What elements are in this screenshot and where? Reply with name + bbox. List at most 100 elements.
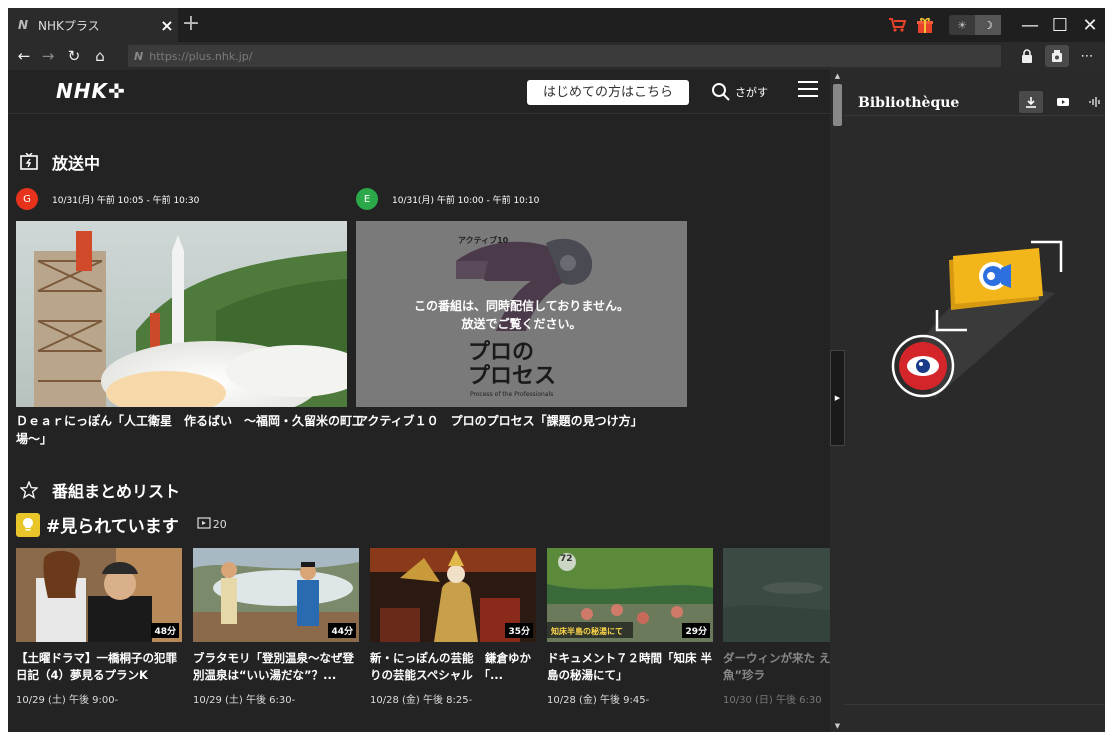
nhk-plus-logo[interactable]: NHK✜	[56, 79, 126, 103]
live-tv-icon	[18, 152, 40, 172]
live-item-1-title[interactable]: Ｄｅａｒにっぽん「人工衛星 作るばい ～福岡・久留米の町工場～」	[16, 412, 366, 448]
thumb-label-small: アクティブ10	[458, 236, 509, 245]
list-name[interactable]: #見られています	[46, 512, 179, 537]
audio-wave-icon[interactable]	[1083, 91, 1105, 113]
library-footer-divider	[845, 704, 1105, 705]
site-favicon-icon: N	[134, 49, 144, 63]
thumb-caption: 知床半島の秘湯にて	[551, 627, 623, 636]
duration-badge: 44分	[328, 623, 356, 638]
close-window-button[interactable]: ✕	[1075, 10, 1105, 40]
site-header: NHK✜ はじめての方はこちら さがす	[8, 70, 830, 114]
lock-icon[interactable]	[1015, 45, 1039, 67]
lists-section-label: 番組まとめリスト	[52, 482, 181, 501]
card-thumbnail[interactable]	[723, 548, 830, 642]
card-date: 10/28 (金) 午後 8:25-	[370, 695, 473, 706]
playlist-icon	[197, 517, 211, 532]
library-panel: ▶ Bibliothèque	[830, 70, 1105, 732]
library-header: Bibliothèque	[845, 70, 1105, 116]
channel-e-badge: E	[356, 188, 378, 210]
scroll-up-arrow-icon[interactable]: ▲	[830, 70, 845, 82]
list-count: 20	[212, 518, 227, 531]
card-date: 10/29 (土) 午後 9:00-	[16, 695, 119, 706]
address-actions: ⋯	[1015, 44, 1099, 68]
record-icon[interactable]	[1045, 45, 1069, 67]
card-title[interactable]: ダーウィンが来た える“砂の魚”珍ラ	[723, 650, 830, 684]
tab-bar: N NHKプラス × + ☀ ☽ — ☐ ✕	[8, 8, 1105, 42]
thumb-label-big-1: プロの	[468, 340, 535, 365]
program-card[interactable]: 35分 新・にっぽんの芸能 鎌倉ゆかりの芸能スペシャル 「... 10/28 (…	[370, 548, 538, 706]
thumb-label-big-2: プロセス	[468, 364, 557, 389]
star-outline-icon	[18, 480, 40, 500]
collapse-panel-button[interactable]: ▶	[830, 350, 845, 446]
scrollbar-thumb[interactable]	[833, 84, 842, 126]
card-title[interactable]: 【土曜ドラマ】一橋桐子の犯罪日記（4）夢見るプランK	[16, 650, 184, 684]
nhk-favicon-icon: N	[18, 18, 29, 32]
cart-icon[interactable]	[883, 11, 911, 39]
live-item-2-thumbnail[interactable]: アクティブ10 この番組は、同時配信しておりません。 放送でご覧ください。 プロ…	[356, 221, 687, 407]
titlebar-controls: ☀ ☽ — ☐ ✕	[883, 8, 1105, 42]
back-arrow-icon[interactable]: ←	[14, 46, 34, 66]
list-header: #見られています 20	[16, 512, 227, 537]
live-item-1-thumbnail[interactable]	[16, 221, 347, 407]
search-icon	[712, 83, 730, 101]
card-date: 10/28 (金) 午後 9:45-	[547, 695, 650, 706]
card-thumbnail[interactable]: 48分	[16, 548, 182, 642]
card-title[interactable]: 新・にっぽんの芸能 鎌倉ゆかりの芸能スペシャル 「...	[370, 650, 538, 684]
program-card[interactable]: 48分 【土曜ドラマ】一橋桐子の犯罪日記（4）夢見るプランK 10/29 (土)…	[16, 548, 184, 706]
library-title: Bibliothèque	[858, 95, 960, 111]
home-icon[interactable]: ⌂	[90, 46, 110, 66]
minimize-button[interactable]: —	[1015, 10, 1045, 40]
duration-badge: 35分	[505, 623, 533, 638]
url-text: https://plus.nhk.jp/	[149, 49, 253, 63]
new-tab-button[interactable]: +	[178, 11, 204, 37]
program-card[interactable]: 44分 ブラタモリ「登別温泉～なぜ登別温泉は“いい湯だな”？... 10/29 …	[193, 548, 361, 706]
gift-icon[interactable]	[911, 11, 939, 39]
first-time-button[interactable]: はじめての方はこちら	[527, 80, 689, 105]
thumb-number: 72	[560, 554, 573, 564]
empty-library-illustration	[875, 238, 1075, 408]
search-button[interactable]: さがす	[711, 78, 768, 106]
live-item-1-meta: G 10/31(月) 午前 10:05 - 午前 10:30	[16, 188, 199, 210]
live-section-label: 放送中	[52, 154, 101, 173]
live-item-1-time: 10/31(月) 午前 10:05 - 午前 10:30	[52, 195, 200, 206]
tab-title: NHKプラス	[38, 18, 100, 33]
live-item-2-title[interactable]: アクティブ１０ プロのプロセス「課題の見つけ方」	[356, 412, 706, 430]
search-label: さがす	[735, 86, 768, 99]
close-tab-icon[interactable]: ×	[156, 16, 178, 35]
video-icon[interactable]	[1051, 91, 1075, 113]
url-field[interactable]: N https://plus.nhk.jp/	[128, 45, 1001, 67]
scroll-down-arrow-icon[interactable]: ▼	[830, 720, 845, 732]
channel-g-badge: G	[16, 188, 38, 210]
card-thumbnail[interactable]: 72 知床半島の秘湯にて 29分	[547, 548, 713, 642]
program-card[interactable]: ダーウィンが来た える“砂の魚”珍ラ 10/30 (日) 午後 6:30	[723, 548, 830, 706]
moon-icon[interactable]: ☽	[975, 15, 1001, 35]
card-title[interactable]: ブラタモリ「登別温泉～なぜ登別温泉は“いい湯だな”？...	[193, 650, 361, 684]
live-item-2-meta: E 10/31(月) 午前 10:00 - 午前 10:10	[356, 188, 539, 210]
reload-icon[interactable]: ↻	[64, 46, 84, 66]
not-simulcast-overlay: この番組は、同時配信しておりません。 放送でご覧ください。	[414, 299, 629, 331]
live-section-title: 放送中	[18, 150, 100, 174]
live-item-2-time: 10/31(月) 午前 10:00 - 午前 10:10	[392, 195, 540, 206]
duration-badge: 48分	[151, 623, 179, 638]
card-date: 10/30 (日) 午後 6:30	[723, 695, 822, 706]
browser-window: N NHKプラス × + ☀ ☽ — ☐ ✕ ← → ↻ ⌂ N https:/…	[8, 8, 1105, 732]
thumb-label-en: Process of the Professionals	[470, 391, 554, 398]
download-icon[interactable]	[1019, 91, 1043, 113]
program-card[interactable]: 72 知床半島の秘湯にて 29分 ドキュメント７２時間「知床 半島の秘湯にて」 …	[547, 548, 715, 706]
maximize-button[interactable]: ☐	[1045, 10, 1075, 40]
lightbulb-icon	[16, 512, 40, 537]
hamburger-menu-icon[interactable]	[798, 80, 818, 102]
address-bar: ← → ↻ ⌂ N https://plus.nhk.jp/ ⋯	[8, 42, 1105, 70]
sun-icon[interactable]: ☀	[949, 15, 975, 35]
card-thumbnail[interactable]: 44分	[193, 548, 359, 642]
card-title[interactable]: ドキュメント７２時間「知床 半島の秘湯にて」	[547, 650, 715, 684]
lists-section-title: 番組まとめリスト	[18, 478, 180, 502]
nhk-plus-page: NHK✜ はじめての方はこちら さがす 放送中 G 10/31(月) 午前 10…	[8, 70, 830, 732]
card-date: 10/29 (土) 午後 6:30-	[193, 695, 296, 706]
more-menu-icon[interactable]: ⋯	[1075, 45, 1099, 67]
duration-badge: 29分	[682, 623, 710, 638]
forward-arrow-icon[interactable]: →	[38, 46, 58, 66]
theme-toggle[interactable]: ☀ ☽	[949, 15, 1001, 35]
card-thumbnail[interactable]: 35分	[370, 548, 536, 642]
browser-tab[interactable]: N NHKプラス ×	[8, 8, 178, 42]
